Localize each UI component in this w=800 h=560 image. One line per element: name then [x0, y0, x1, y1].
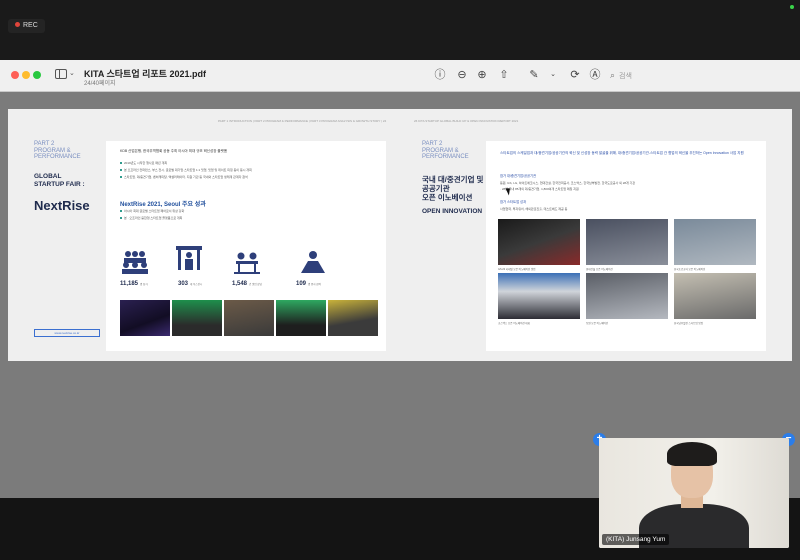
participant-name-label: (KITA) Junsang Yum [602, 534, 670, 545]
close-window-button[interactable] [11, 71, 19, 79]
left-page: PART 1 INTRODUCTION | PART 2 PROGRAM & P… [8, 109, 396, 361]
stat-participants: 11,185 명 참가 [120, 281, 148, 287]
photo-caption: 한국도로공사 오픈 이노베이션 [674, 268, 706, 271]
event-photo [586, 273, 668, 319]
chevron-down-icon[interactable]: ⌄ [69, 69, 75, 77]
photo-caption: 동원 오픈 이노베이션 [586, 322, 609, 325]
bullet-item: 스타트업, 대/중견기업, 벤처캐피탈, 액셀러레이터, 지원 기관 등 국내외… [120, 175, 248, 179]
record-dot-icon [15, 22, 20, 27]
event-photo [224, 300, 274, 336]
body-text: 사업협력, 투자유치, 해외판로진출, 테스트베드 제공 등 [500, 207, 568, 211]
search-input[interactable]: ⌕ 검색 [610, 68, 664, 82]
event-photo [674, 273, 756, 319]
share-icon[interactable]: ⇧ [497, 68, 511, 82]
section-title: GLOBAL STARTUP FAIR : [34, 173, 85, 188]
page-header: 26 KITA STARTUP GLOBAL BUILD UP & OPEN I… [414, 119, 519, 123]
photo-caption: 현대건설 오픈 이노베이션 [586, 268, 613, 271]
minimize-window-button[interactable] [22, 71, 30, 79]
event-photo [120, 300, 170, 336]
content-card: KDB 산업은행, 한국무역협회 공동 주최 아시아 최대 규모 혁신성장 플랫… [106, 141, 386, 351]
stat-speakers: 109 명 연사 참여 [296, 281, 321, 287]
result-bullet: 아시아 최대 글로벌 스타트업 페어로서 위상 강화 [120, 209, 184, 213]
event-photo [498, 273, 580, 319]
bullet-item: 2019년도 시작한 행사로 매년 개최 [120, 161, 167, 165]
section-title-en: OPEN INNOVATION [422, 208, 483, 215]
photo-caption: 한국남부발전 스타트업 밋업 [674, 322, 703, 325]
camera-on-indicator-icon [790, 5, 794, 9]
page-header: PART 1 INTRODUCTION | PART 2 PROGRAM & P… [218, 119, 387, 123]
event-photo [498, 219, 580, 265]
website-link[interactable]: www.nextrise.co.kr [34, 329, 100, 337]
event-photo [674, 219, 756, 265]
event-photo [586, 219, 668, 265]
body-text: · 28년 국내 85개의 대/중견기업, 1,800여개 스타트업 매칭 지원 [500, 187, 579, 191]
event-photo [276, 300, 326, 336]
page-indicator: 24/40페이지 [84, 81, 116, 87]
zoom-window-button[interactable] [33, 71, 41, 79]
participant-video-tile[interactable]: (KITA) Junsang Yum [599, 438, 789, 548]
annotate-icon[interactable]: Ⓐ [588, 68, 602, 82]
markup-pen-icon[interactable]: ✎ [527, 68, 541, 82]
result-bullet: 본 · 오프라인 융합형 스타트업 플랫폼으로 개최 [120, 216, 182, 220]
stat-booths: 303 개 부스전시 [178, 281, 203, 287]
photo-caption: GS 20 리테일 오픈 이노베이션 밋업 [498, 268, 536, 271]
markup-chevron-down-icon[interactable]: ⌄ [546, 68, 560, 82]
section-title: 국내 대/중견기업 및 공공기관 오픈 이노베이션 [422, 175, 484, 202]
event-photo [328, 300, 378, 336]
part-label: PART 2 PROGRAM & PERFORMANCE [34, 141, 81, 160]
part-label: PART 2 PROGRAM & PERFORMANCE [422, 141, 469, 160]
event-photo [172, 300, 222, 336]
brand-title: NextRise [34, 198, 90, 213]
pdf-page-spread: PART 1 INTRODUCTION | PART 2 PROGRAM & P… [8, 109, 792, 361]
zoom-in-icon[interactable]: ⊕ [475, 68, 489, 82]
right-page: 26 KITA STARTUP GLOBAL BUILD UP & OPEN I… [404, 109, 792, 361]
info-icon[interactable]: ⓘ [433, 68, 447, 82]
zoom-out-icon[interactable]: ⊖ [455, 68, 469, 82]
search-icon: ⌕ [610, 70, 616, 80]
body-text: 동원, GS, LG, 하이트에코시스, 현대건설, 한국전력공사, 코스맥스,… [500, 181, 636, 185]
content-card: 스타트업의 스케일업과 대/중견기업/공공기관의 혁신 및 신성장 동력 발굴을… [486, 141, 766, 351]
sidebar-toggle-icon[interactable] [55, 69, 67, 79]
pdf-toolbar: ⌄ KITA 스타트업 리포트 2021.pdf 24/40페이지 ⓘ ⊖ ⊕ … [0, 60, 800, 92]
result-title: NextRise 2021, Seoul 주요 성과 [120, 202, 206, 208]
rotate-icon[interactable]: ⟳ [568, 68, 582, 82]
intro-text: 스타트업의 스케일업과 대/중견기업/공공기관의 혁신 및 신성장 동력 발굴을… [500, 151, 744, 155]
bullet-item: 본 오프라인 컨퍼런스, 부스 전시, 글로벌 대기업·스타트업 1:1 밋업,… [120, 168, 252, 172]
subsection-label: 참가 대/중견기업/공공기관 [500, 174, 537, 178]
subsection-label: 참가 스타트업 성과 [500, 200, 527, 204]
photo-caption: 코스맥스 오픈 이노베이션 대회 [498, 322, 530, 325]
recording-indicator: REC [8, 19, 45, 33]
meeting-icon [234, 252, 260, 274]
speaker-icon [301, 251, 325, 273]
audience-icon [122, 251, 148, 274]
booth-icon [176, 246, 202, 270]
stat-meetings: 1,548 건 밋업 상담 [232, 281, 262, 287]
intro-text: KDB 산업은행, 한국무역협회 공동 주최 아시아 최대 규모 혁신성장 플랫… [120, 149, 228, 153]
meeting-top-bar: REC [0, 0, 800, 60]
